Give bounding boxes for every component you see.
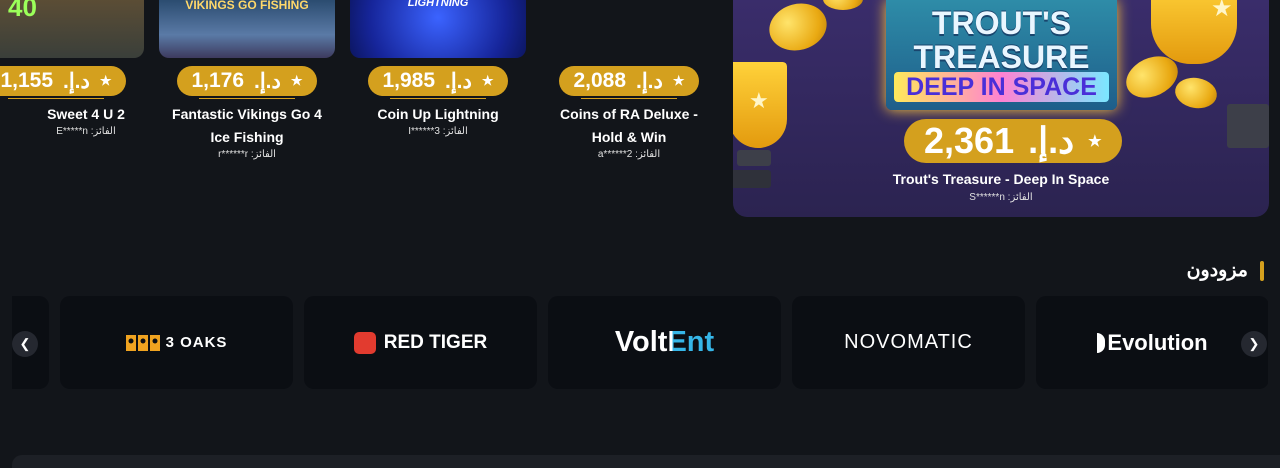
winner-card[interactable]: 40 1,155 د.إ. ★ Sweet 4 U 2 الفائز: E***… — [0, 0, 144, 137]
divider — [199, 98, 295, 99]
section-accent-bar — [1260, 260, 1264, 281]
art-title: TROUT'S TREASURE — [913, 5, 1090, 75]
providers-carousel[interactable]: 3 OAKS RED TIGER VoltEnt NOVOMATIC Evolu… — [12, 296, 1268, 389]
provider-card-evolution[interactable]: Evolution — [1036, 296, 1268, 389]
divider — [390, 98, 486, 99]
thumbnail-text: 40 — [8, 0, 37, 22]
featured-game-name[interactable]: Trout's Treasure - Deep In Space — [733, 171, 1269, 187]
win-amount: 1,176 — [191, 69, 245, 92]
winner-card[interactable]: 2,088 د.إ. ★ Coins of RA Deluxe - Hold &… — [541, 0, 717, 160]
star-icon: ★ — [481, 73, 494, 88]
currency: د.إ. — [445, 69, 472, 93]
star-icon: ★ — [672, 73, 685, 88]
provider-name: VoltEnt — [614, 326, 715, 358]
divider — [581, 98, 677, 99]
recent-winners: 40 1,155 د.إ. ★ Sweet 4 U 2 الفائز: E***… — [0, 0, 1280, 230]
tiger-logo-icon — [353, 331, 376, 354]
winner-name: الفائز: I******3 — [408, 126, 468, 137]
game-name[interactable]: Fantastic Vikings Go 4 Ice Fishing — [162, 103, 332, 149]
star-icon: ★ — [1211, 0, 1233, 22]
featured-big-win[interactable]: ★ ★ TROUT'S TREASURE DEEP IN SPACE 2,361… — [733, 0, 1269, 217]
win-amount: 2,361 — [924, 120, 1015, 161]
winner-name: الفائز: r******r — [218, 149, 276, 160]
footer-strip — [12, 455, 1280, 468]
provider-card-red-tiger[interactable]: RED TIGER — [304, 296, 537, 389]
provider-card-novomatic[interactable]: NOVOMATIC — [792, 296, 1025, 389]
section-title: مزودون — [1186, 260, 1248, 281]
providers-header: مزودون — [1187, 259, 1264, 282]
win-amount-badge: 1,176 د.إ. ★ — [177, 66, 317, 96]
star-icon: ★ — [290, 73, 303, 88]
3oaks-logo-icon — [125, 334, 160, 351]
game-name[interactable]: Sweet 4 U 2 — [31, 103, 141, 126]
star-icon: ★ — [99, 73, 112, 88]
currency: د.إ. — [1028, 120, 1075, 161]
coin-decoration — [823, 0, 863, 10]
trophy-base — [1227, 104, 1269, 148]
provider-name: 3 OAKS — [165, 334, 228, 351]
coin-decoration — [764, 0, 832, 57]
provider-card-3oaks[interactable]: 3 OAKS — [60, 296, 293, 389]
game-thumbnail[interactable] — [541, 0, 717, 58]
win-amount: 1,985 — [382, 69, 436, 92]
provider-name: Evolution — [1107, 329, 1208, 355]
chevron-right-icon[interactable]: ❯ — [1241, 331, 1267, 357]
provider-name: RED TIGER — [383, 331, 488, 353]
evolution-logo-icon — [1097, 332, 1106, 353]
game-thumbnail[interactable]: VIKINGS GO FISHING — [159, 0, 335, 58]
thumbnail-text: VIKINGS GO FISHING — [185, 0, 309, 12]
provider-name: NOVOMATIC — [844, 331, 973, 353]
currency: د.إ. — [254, 69, 281, 93]
winner-card[interactable]: VIKINGS GO FISHING 1,176 د.إ. ★ Fantasti… — [159, 0, 335, 160]
star-icon: ★ — [1088, 133, 1102, 150]
currency: د.إ. — [63, 69, 90, 93]
divider — [8, 98, 104, 99]
game-thumbnail[interactable]: 40 — [0, 0, 144, 58]
thumbnail-text: LIGHTNING — [407, 0, 469, 9]
provider-card-voltent[interactable]: VoltEnt — [548, 296, 781, 389]
win-amount-badge: 1,155 د.إ. ★ — [0, 66, 126, 96]
trophy-base — [737, 150, 771, 166]
game-name[interactable]: Coins of RA Deluxe - Hold & Win — [544, 103, 714, 149]
win-amount: 1,155 — [0, 69, 54, 92]
winner-name: الفائز: E*****n — [56, 126, 116, 137]
chevron-left-icon[interactable]: ❮ — [12, 331, 38, 357]
currency: د.إ. — [636, 69, 663, 93]
winner-name: الفائز: a******2 — [597, 149, 661, 160]
game-name[interactable]: Coin Up Lightning — [353, 103, 523, 126]
game-thumbnail[interactable]: LIGHTNING — [350, 0, 526, 58]
featured-game-art[interactable]: TROUT'S TREASURE DEEP IN SPACE — [886, 0, 1117, 110]
star-icon: ★ — [749, 88, 769, 113]
featured-winner-name: الفائز: S******n — [969, 192, 1033, 203]
winner-card[interactable]: LIGHTNING 1,985 د.إ. ★ Coin Up Lightning… — [350, 0, 526, 137]
art-subtitle: DEEP IN SPACE — [894, 72, 1109, 102]
win-amount-badge: 2,088 د.إ. ★ — [559, 66, 699, 96]
coin-decoration — [1172, 74, 1220, 112]
win-amount-badge: 1,985 د.إ. ★ — [368, 66, 508, 96]
featured-win-amount-badge: 2,361 د.إ. ★ — [904, 119, 1122, 163]
win-amount: 2,088 — [573, 69, 627, 92]
